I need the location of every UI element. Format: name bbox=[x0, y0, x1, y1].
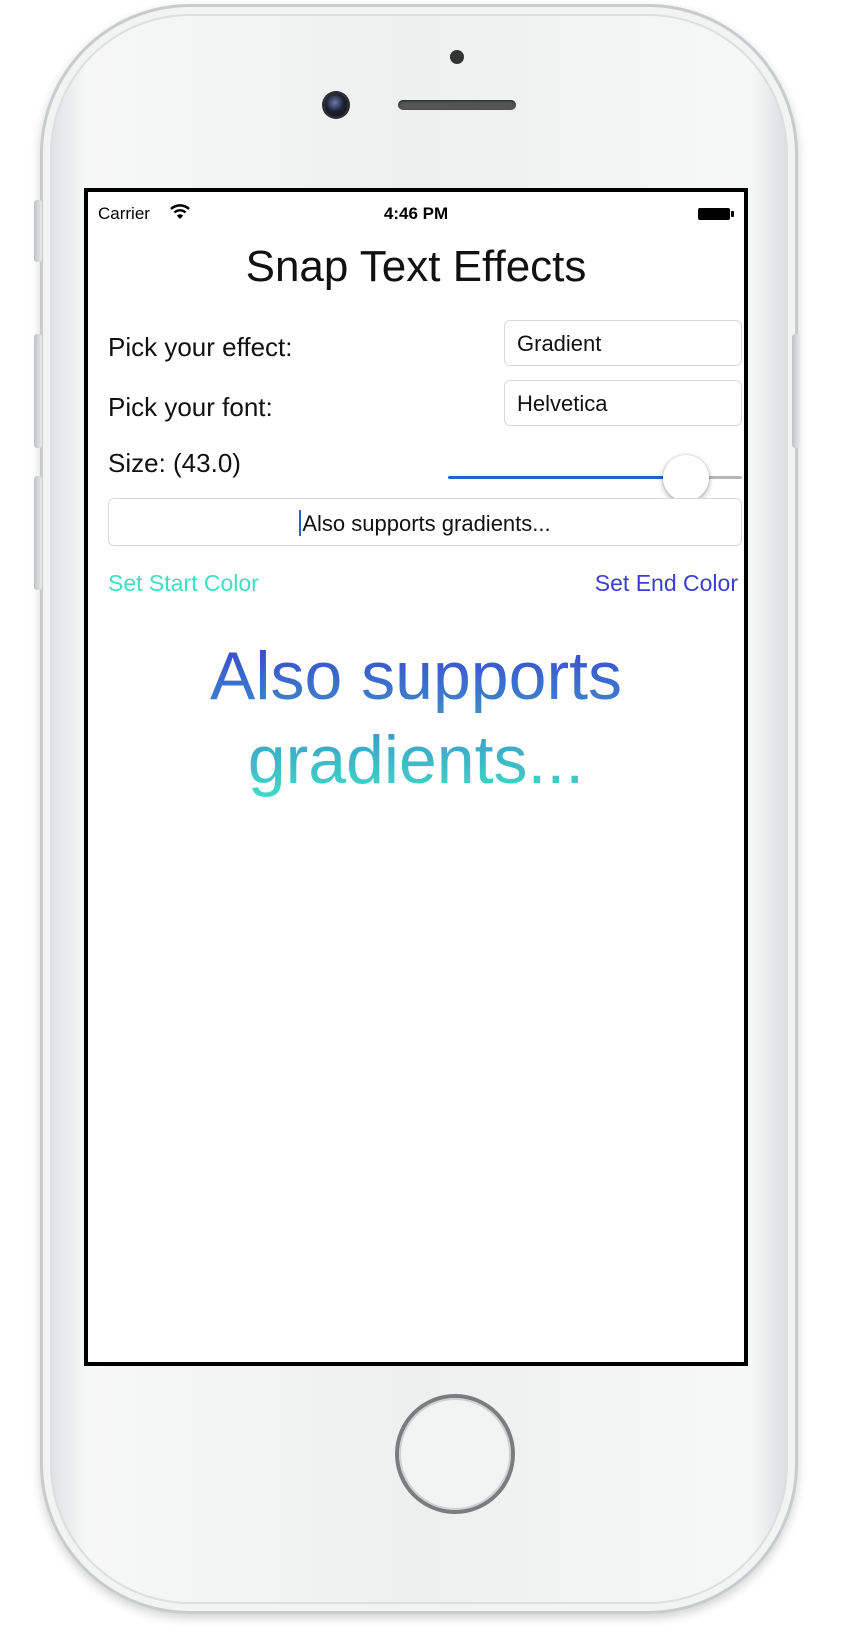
size-slider[interactable] bbox=[448, 455, 742, 501]
app-screen: Carrier 4:46 PM Snap Text Effects Pick y… bbox=[84, 188, 748, 1366]
text-input-value: Also supports gradients... bbox=[302, 511, 551, 536]
front-camera-icon bbox=[324, 93, 348, 117]
app-title: Snap Text Effects bbox=[245, 242, 587, 291]
set-end-color-button[interactable]: Set End Color bbox=[595, 570, 738, 597]
font-label: Pick your font: bbox=[108, 392, 273, 422]
status-bar: Carrier 4:46 PM bbox=[88, 192, 744, 232]
slider-thumb[interactable] bbox=[663, 455, 709, 501]
gradient-text-preview: Also supports gradients... bbox=[88, 634, 744, 802]
effect-picker-field[interactable]: Gradient bbox=[504, 320, 742, 366]
home-button[interactable] bbox=[399, 1398, 511, 1510]
proximity-sensor bbox=[450, 50, 464, 64]
font-picker-field[interactable]: Helvetica bbox=[504, 380, 742, 426]
text-input-field[interactable]: Also supports gradients... bbox=[108, 498, 742, 546]
mute-switch bbox=[34, 200, 42, 262]
power-button bbox=[792, 334, 800, 448]
volume-down-button bbox=[34, 476, 42, 590]
set-start-color-button[interactable]: Set Start Color bbox=[108, 570, 259, 597]
status-time: 4:46 PM bbox=[383, 204, 449, 223]
slider-track-filled bbox=[448, 476, 686, 479]
volume-up-button bbox=[34, 334, 42, 448]
size-label: Size: (43.0) bbox=[108, 448, 241, 478]
earpiece-speaker bbox=[398, 100, 516, 110]
effect-label: Pick your effect: bbox=[108, 332, 293, 362]
battery-icon bbox=[698, 208, 734, 220]
